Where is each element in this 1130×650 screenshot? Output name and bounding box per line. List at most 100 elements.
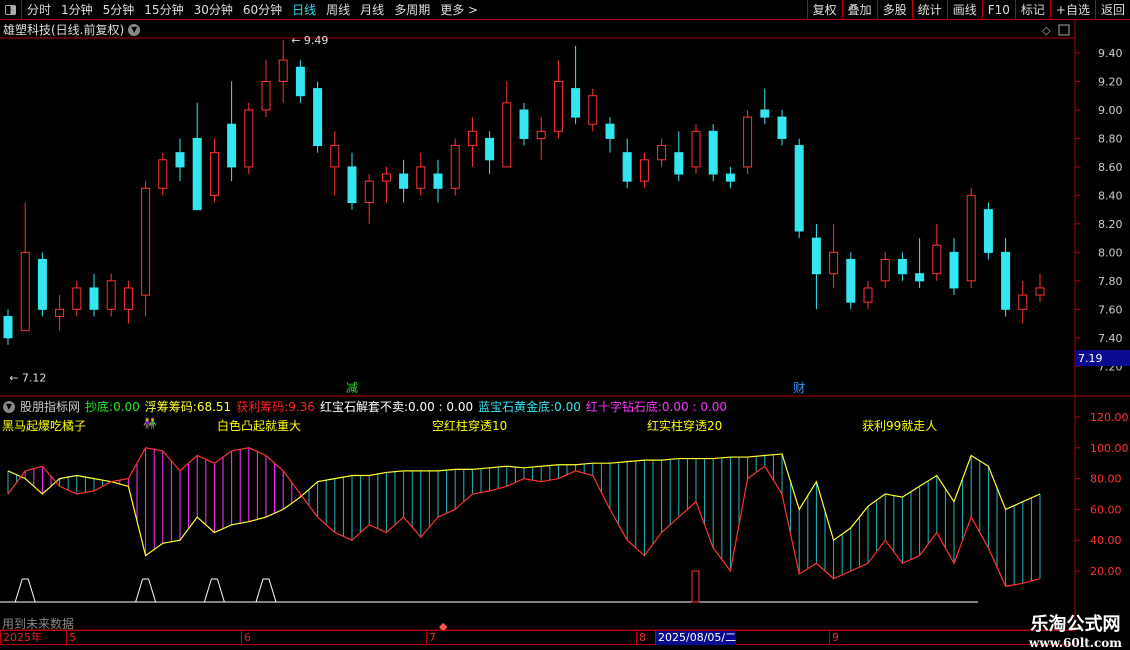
indicator-value: 获利筹码:9.36: [236, 398, 315, 415]
candle: [949, 238, 959, 296]
chevron-down-icon[interactable]: ▼: [3, 400, 15, 413]
candle: [983, 202, 993, 260]
indicator-value-label: 浮筹筹码:: [144, 400, 197, 414]
date-label: 9: [829, 631, 839, 645]
stock-chart[interactable]: 9.40 9.20 9.00 8.80 8.60 8.40 8.20 8.00 7.80 7.60…: [0, 0, 1130, 650]
indicator-value: 浮筹筹码:68.51: [145, 398, 231, 415]
candle: [536, 117, 546, 160]
price-tick-label: 7.40: [1098, 332, 1123, 345]
candle: [708, 124, 718, 182]
price-tick-label: 9.20: [1098, 75, 1123, 88]
panel-icon[interactable]: [1058, 24, 1070, 36]
candle: [20, 202, 30, 332]
date-label: 6: [241, 631, 251, 645]
candle: [416, 152, 426, 196]
indicator-value-number: 0.00: [554, 400, 581, 414]
candle: [313, 81, 323, 153]
candle: [347, 152, 357, 210]
candle: [622, 138, 632, 189]
indicator-value-label: 红宝石解套不卖:: [319, 400, 408, 414]
candle: [605, 117, 615, 153]
candle: [433, 159, 443, 203]
candle: [777, 109, 787, 146]
indicator-value: 抄底:0.00: [85, 398, 140, 415]
indicator-label: 白色凸起就重大: [217, 419, 302, 433]
watermark-logo: 乐淘公式网 www.60lt.com: [1029, 614, 1122, 650]
candle: [932, 223, 942, 281]
candle: [794, 138, 804, 239]
candle: [519, 102, 529, 146]
figures-icon: 👫: [143, 417, 157, 430]
date-label: 2025/08/05/二: [655, 631, 737, 645]
indicator-value-number: 0.00 : 0.00: [408, 400, 474, 414]
current-price: 7.19: [1078, 352, 1103, 365]
price-tick-label: 8.20: [1098, 218, 1123, 231]
candle: [760, 88, 770, 125]
date-label: 8: [636, 631, 646, 645]
event-marker[interactable]: 减: [346, 381, 358, 395]
candle: [571, 45, 581, 125]
indicator-label: 红实柱穿透20: [647, 419, 723, 433]
indicator-value-number: 0.00 : 0.00: [661, 400, 728, 414]
date-label: 2025年: [0, 631, 42, 645]
indicator-value-number: 0.00: [113, 400, 140, 414]
candle: [295, 60, 305, 103]
indicator-name[interactable]: 股朋指标网: [20, 398, 80, 415]
indicator-tick-label: 100.00: [1090, 442, 1129, 455]
indicator-value-label: 蓝宝石黄金底:: [478, 400, 555, 414]
candle: [829, 223, 839, 288]
indicator-label: 获利99就走人: [862, 419, 938, 433]
candle: [399, 159, 409, 203]
candle: [966, 188, 976, 288]
candle: [863, 280, 873, 310]
candle: [261, 60, 271, 118]
diamond-icon[interactable]: ◇: [1042, 24, 1051, 37]
indicator-value: 红宝石解套不卖:0.00 : 0.00: [320, 398, 473, 415]
candle: [674, 131, 684, 182]
candle: [553, 60, 563, 139]
candle: [330, 131, 340, 196]
indicator-tick-label: 80.00: [1090, 473, 1122, 486]
indicator-value-label: 红十字钻石底:: [585, 400, 662, 414]
indicator-value-number: 68.51: [196, 400, 232, 414]
low-price-label: ← 7.12: [9, 372, 46, 385]
date-label: 5: [66, 631, 76, 645]
indicator-tick-label: 40.00: [1090, 534, 1122, 547]
candle: [897, 252, 907, 281]
candle: [743, 109, 753, 175]
candle: [467, 117, 477, 167]
indicator-tick-label: 120.00: [1090, 411, 1129, 424]
candle: [209, 138, 219, 203]
candle: [244, 102, 254, 175]
candle: [192, 102, 202, 211]
date-axis: 2025年 5 6 7 8 2025/08/05/二 9: [0, 630, 1075, 645]
red-signal-bar: [691, 570, 700, 603]
candle: [657, 138, 667, 167]
price-tick-label: 8.60: [1098, 161, 1123, 174]
signal-mark: [255, 578, 277, 603]
candle: [106, 273, 116, 317]
candle: [3, 309, 13, 345]
price-tick-label: 9.00: [1098, 104, 1123, 117]
candle: [1018, 280, 1028, 324]
indicator-header: ▼ 股朋指标网 抄底:0.00 浮筹筹码:68.51 获利筹码:9.36 红宝石解套不…: [3, 398, 727, 415]
candle: [450, 138, 460, 196]
candle: [227, 81, 237, 182]
signal-mark: [14, 578, 36, 603]
high-price-label: ← 9.49: [291, 34, 328, 47]
candle: [639, 152, 649, 189]
signal-mark: [135, 578, 157, 603]
indicator-label: 黑马起爆吃橘子: [2, 419, 87, 433]
indicator-value-number: 9.36: [288, 400, 315, 414]
indicator-labels: 黑马起爆吃橘子 白色凸起就重大 空红柱穿透10 红实柱穿透20 获利99就走人 👫: [0, 417, 1075, 433]
indicator-label: 空红柱穿透10: [432, 419, 508, 433]
price-tick-label: 7.60: [1098, 303, 1123, 316]
candle: [72, 280, 82, 317]
candle: [1001, 238, 1011, 317]
candle: [846, 252, 856, 310]
candle: [1035, 273, 1045, 303]
price-tick-label: 8.80: [1098, 132, 1123, 145]
candle: [915, 238, 925, 288]
event-marker[interactable]: 财: [793, 381, 805, 395]
candle: [588, 88, 598, 132]
